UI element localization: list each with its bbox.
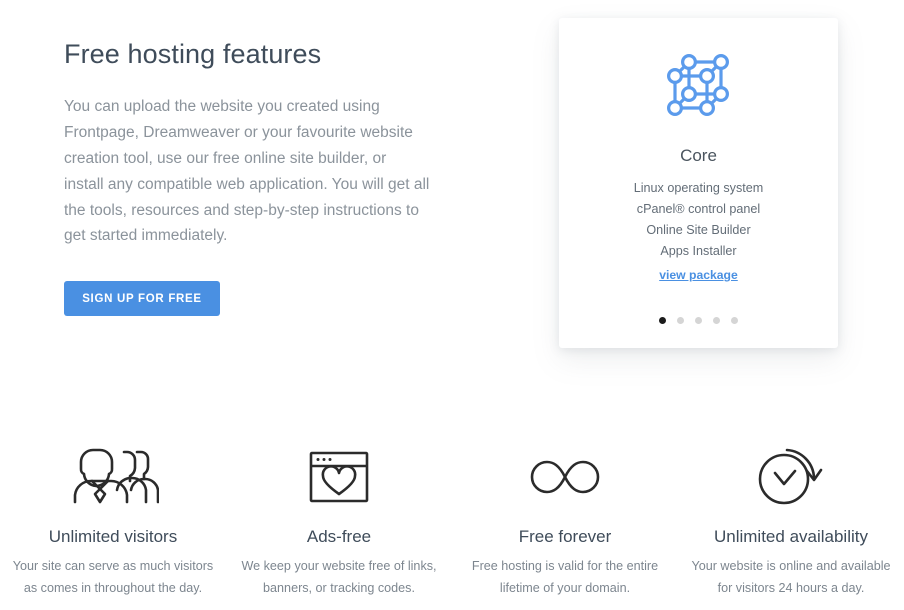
cube-network-icon xyxy=(660,46,738,124)
feature-title: Unlimited visitors xyxy=(48,527,178,546)
page-title: Free hosting features xyxy=(64,39,322,69)
hero-text-block: Free hosting features You can upload the… xyxy=(64,38,464,249)
view-package-link[interactable]: view package xyxy=(659,265,738,286)
feature-row: Unlimited visitors Your site can serve a… xyxy=(0,444,904,599)
carousel-dot-2[interactable] xyxy=(677,317,684,324)
package-feature-item: Online Site Builder xyxy=(646,223,751,237)
hero-description: You can upload the website you created u… xyxy=(64,98,430,245)
feature-description: Free hosting is valid for the entire lif… xyxy=(471,559,659,595)
carousel-dots xyxy=(559,317,838,324)
carousel-dot-3[interactable] xyxy=(695,317,702,324)
browser-heart-icon xyxy=(304,444,374,510)
infinity-icon xyxy=(525,444,605,510)
carousel-dot-5[interactable] xyxy=(731,317,738,324)
sign-up-for-free-button[interactable]: SIGN UP FOR FREE xyxy=(64,281,220,316)
package-title: Core xyxy=(680,146,717,165)
package-card[interactable]: Core Linux operating system cPanel® cont… xyxy=(559,18,838,348)
feature-description: Your site can serve as much visitors as … xyxy=(12,559,214,595)
package-feature-item: Apps Installer xyxy=(660,244,737,258)
feature-title: Ads-free xyxy=(306,527,372,546)
clock-refresh-icon xyxy=(753,444,829,510)
feature-unlimited-visitors: Unlimited visitors Your site can serve a… xyxy=(0,444,226,599)
page-root: Free hosting features You can upload the… xyxy=(0,0,904,610)
view-package-link-row: view package xyxy=(634,262,764,286)
feature-title: Free forever xyxy=(518,527,612,546)
feature-free-forever: Free forever Free hosting is valid for t… xyxy=(452,444,678,599)
package-feature-item: Linux operating system xyxy=(633,181,764,195)
carousel-dot-4[interactable] xyxy=(713,317,720,324)
feature-ads-free: Ads-free We keep your website free of li… xyxy=(226,444,452,599)
feature-title: Unlimited availability xyxy=(713,527,868,546)
feature-description: Your website is online and available for… xyxy=(691,559,891,595)
carousel-dot-1[interactable] xyxy=(659,317,666,324)
package-feature-list: Linux operating system cPanel® control p… xyxy=(634,178,764,286)
users-group-icon xyxy=(67,444,159,510)
feature-description: We keep your website free of links, bann… xyxy=(241,559,437,595)
feature-unlimited-availability: Unlimited availability Your website is o… xyxy=(678,444,904,599)
package-feature-item: cPanel® control panel xyxy=(636,202,761,216)
